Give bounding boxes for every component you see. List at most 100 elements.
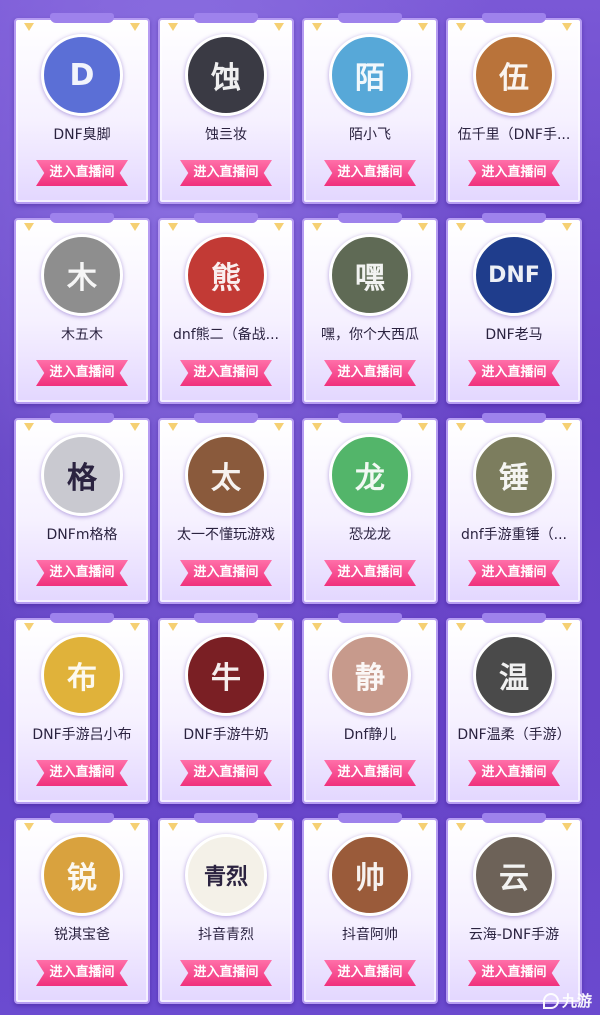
streamer-name: 蚀亖妆 (205, 127, 247, 143)
streamer-avatar[interactable]: 青烈 (185, 834, 267, 916)
card-ribbon (338, 613, 402, 623)
streamer-card[interactable]: DNF DNF老马进入直播间 (446, 213, 582, 404)
streamer-card[interactable]: 云云海-DNF手游 进入直播间 (446, 813, 582, 1004)
card-ribbon (50, 413, 114, 423)
card-ribbon (194, 813, 258, 823)
streamer-name: dnf熊二（备战... (172, 327, 280, 343)
streamer-avatar[interactable]: 锐 (41, 834, 123, 916)
streamer-avatar[interactable]: 嘿 (329, 234, 411, 316)
enter-live-room-button[interactable]: 进入直播间 (468, 560, 560, 586)
streamer-card[interactable]: 木木五木 进入直播间 (14, 213, 150, 404)
streamer-card[interactable]: 格 DNFm格格进入直播间 (14, 413, 150, 604)
streamer-name: 恐龙龙 (349, 527, 391, 543)
jiuyou-logo-icon (542, 992, 559, 1009)
card-ribbon (482, 613, 546, 623)
streamer-avatar[interactable]: DNF (473, 234, 555, 316)
streamer-name: DNF老马 (485, 327, 543, 343)
streamer-name: dnf手游重锤（... (460, 527, 568, 543)
streamer-name: 伍千里（DNF手... (457, 127, 571, 143)
streamer-card[interactable]: 嘿嘿，你个大西瓜进入直播间 (302, 213, 438, 404)
enter-live-room-button[interactable]: 进入直播间 (36, 760, 128, 786)
streamer-card[interactable]: 牛 DNF手游牛奶进入直播间 (158, 613, 294, 804)
streamer-grid: D DNF臭脚 进入直播间蚀蚀亖妆 进入直播间陌陌小飞 进入直播间伍伍千里（DNF手..… (14, 13, 582, 1004)
streamer-name: 抖音阿帅 (342, 927, 398, 943)
enter-live-room-button[interactable]: 进入直播间 (324, 560, 416, 586)
watermark-text: 九游 (561, 992, 592, 1010)
streamer-card[interactable]: 静 Dnf静儿进入直播间 (302, 613, 438, 804)
streamer-card[interactable]: 龙恐龙龙 进入直播间 (302, 413, 438, 604)
card-ribbon (194, 613, 258, 623)
enter-live-room-button[interactable]: 进入直播间 (36, 960, 128, 986)
streamer-avatar[interactable]: 牛 (185, 634, 267, 716)
enter-live-room-button[interactable]: 进入直播间 (36, 360, 128, 386)
enter-live-room-button[interactable]: 进入直播间 (324, 160, 416, 186)
enter-live-room-button[interactable]: 进入直播间 (36, 160, 128, 186)
streamer-card[interactable]: 太太一不懂玩游戏 进入直播间 (158, 413, 294, 604)
streamer-name: 锐淇宝爸 (54, 927, 110, 943)
streamer-avatar[interactable]: 蚀 (185, 34, 267, 116)
enter-live-room-button[interactable]: 进入直播间 (324, 960, 416, 986)
streamer-card[interactable]: 锐锐淇宝爸进入直播间 (14, 813, 150, 1004)
card-ribbon (50, 613, 114, 623)
streamer-name: 抖音青烈 (198, 927, 254, 943)
streamer-avatar[interactable]: 太 (185, 434, 267, 516)
streamer-card[interactable]: 青烈抖音青烈进入直播间 (158, 813, 294, 1004)
card-ribbon (482, 213, 546, 223)
streamer-card[interactable]: 锤 dnf手游重锤（... 进入直播间 (446, 413, 582, 604)
streamer-avatar[interactable]: 木 (41, 234, 123, 316)
streamer-avatar[interactable]: 陌 (329, 34, 411, 116)
streamer-name: DNFm格格 (46, 527, 118, 543)
streamer-card[interactable]: 蚀蚀亖妆 进入直播间 (158, 13, 294, 204)
enter-live-room-button[interactable]: 进入直播间 (324, 760, 416, 786)
streamer-card[interactable]: 陌陌小飞 进入直播间 (302, 13, 438, 204)
card-ribbon (338, 813, 402, 823)
card-ribbon (338, 13, 402, 23)
streamer-avatar[interactable]: 龙 (329, 434, 411, 516)
card-ribbon (50, 213, 114, 223)
streamer-avatar[interactable]: 温 (473, 634, 555, 716)
streamer-name: Dnf静儿 (343, 727, 397, 743)
enter-live-room-button[interactable]: 进入直播间 (180, 360, 272, 386)
card-ribbon (50, 13, 114, 23)
enter-live-room-button[interactable]: 进入直播间 (468, 160, 560, 186)
streamer-name: DNF臭脚 (53, 127, 111, 143)
streamer-card[interactable]: 熊 dnf熊二（备战... 进入直播间 (158, 213, 294, 404)
watermark: 九游 (542, 990, 592, 1011)
card-ribbon (50, 813, 114, 823)
enter-live-room-button[interactable]: 进入直播间 (180, 560, 272, 586)
streamer-card[interactable]: 帅抖音阿帅进入直播间 (302, 813, 438, 1004)
streamer-name: DNF手游牛奶 (183, 727, 269, 743)
card-ribbon (482, 813, 546, 823)
streamer-card[interactable]: 布 DNF手游吕小布进入直播间 (14, 613, 150, 804)
card-ribbon (338, 213, 402, 223)
streamer-name: 木五木 (61, 327, 103, 343)
streamer-avatar[interactable]: 帅 (329, 834, 411, 916)
enter-live-room-button[interactable]: 进入直播间 (324, 360, 416, 386)
streamer-avatar[interactable]: 熊 (185, 234, 267, 316)
streamer-avatar[interactable]: 静 (329, 634, 411, 716)
card-ribbon (338, 413, 402, 423)
streamer-avatar[interactable]: 布 (41, 634, 123, 716)
streamer-avatar[interactable]: 伍 (473, 34, 555, 116)
streamer-card[interactable]: D DNF臭脚进入直播间 (14, 13, 150, 204)
card-ribbon (482, 413, 546, 423)
streamer-avatar[interactable]: D (41, 34, 123, 116)
enter-live-room-button[interactable]: 进入直播间 (468, 360, 560, 386)
enter-live-room-button[interactable]: 进入直播间 (180, 760, 272, 786)
streamer-avatar[interactable]: 格 (41, 434, 123, 516)
enter-live-room-button[interactable]: 进入直播间 (468, 760, 560, 786)
enter-live-room-button[interactable]: 进入直播间 (180, 160, 272, 186)
streamer-name: DNF手游吕小布 (32, 727, 132, 743)
streamer-avatar[interactable]: 锤 (473, 434, 555, 516)
streamer-name: DNF温柔（手游） (457, 727, 571, 743)
card-ribbon (194, 213, 258, 223)
streamer-avatar[interactable]: 云 (473, 834, 555, 916)
streamer-card[interactable]: 温 DNF温柔（手游） 进入直播间 (446, 613, 582, 804)
streamer-name: 陌小飞 (349, 127, 391, 143)
enter-live-room-button[interactable]: 进入直播间 (468, 960, 560, 986)
enter-live-room-button[interactable]: 进入直播间 (36, 560, 128, 586)
card-ribbon (194, 13, 258, 23)
streamer-card[interactable]: 伍伍千里（DNF手... 进入直播间 (446, 13, 582, 204)
enter-live-room-button[interactable]: 进入直播间 (180, 960, 272, 986)
streamer-name: 嘿，你个大西瓜 (321, 327, 419, 343)
